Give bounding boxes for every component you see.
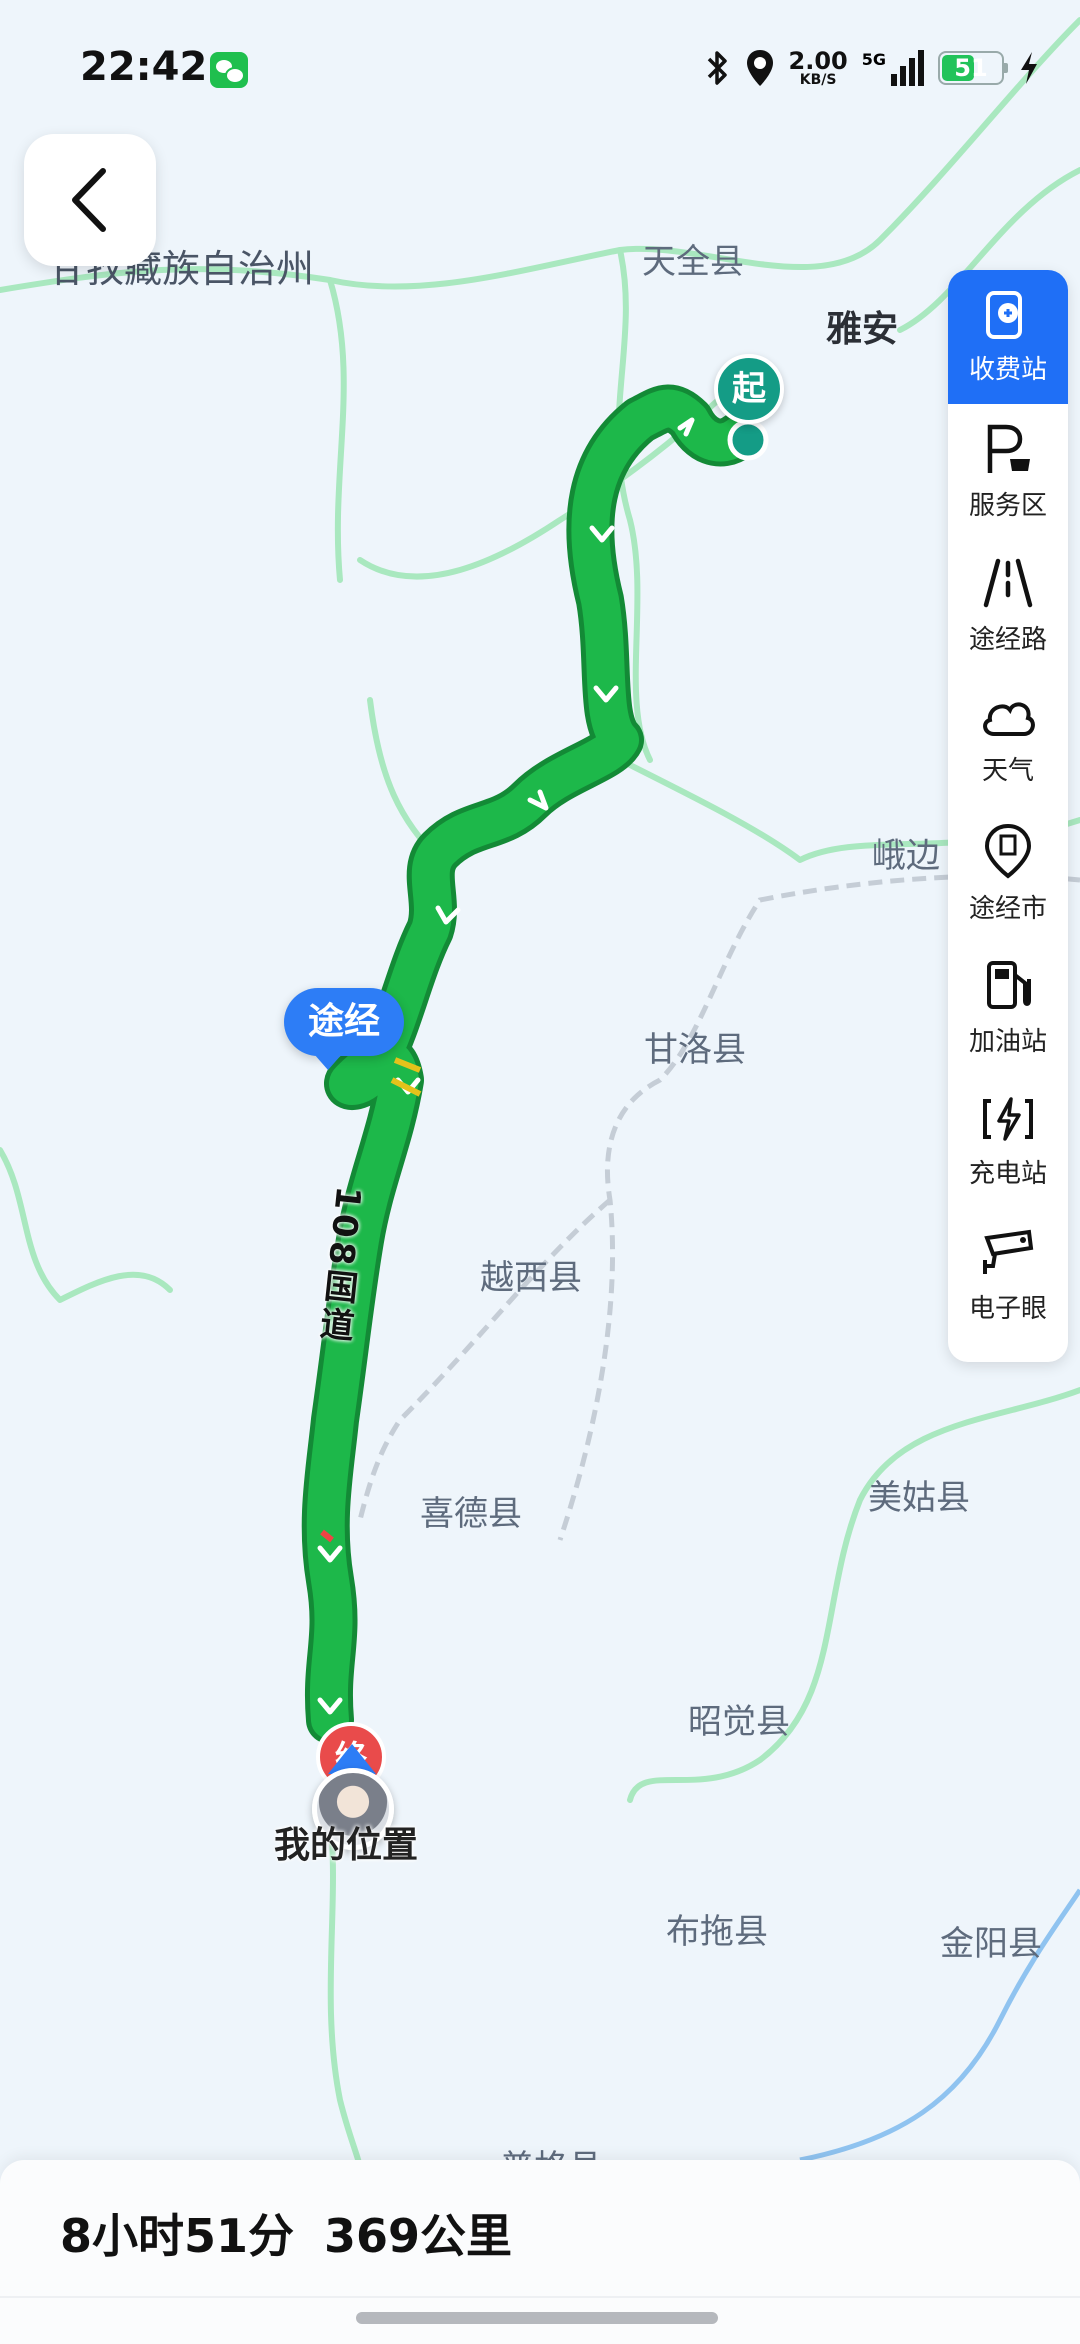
via-point-bubble[interactable]: 途经 — [284, 988, 405, 1070]
route-summary: 8小时51分 369公里 — [60, 2200, 512, 2266]
map-label-xide: 喜德县 — [420, 1494, 522, 1534]
my-location-label: 我的位置 — [274, 1825, 419, 1866]
toolbar-gas-station[interactable]: 加油站 — [948, 940, 1068, 1074]
back-button[interactable] — [24, 134, 156, 266]
city-pin-icon — [984, 823, 1032, 879]
chevron-left-icon — [72, 168, 106, 232]
map-label-butuo: 布拖县 — [666, 1912, 768, 1952]
map-layer-toolbar: 收费站 服务区 途经路 天气 途经市 加油站 充电站 电子眼 — [948, 270, 1068, 1362]
road-icon — [983, 558, 1033, 607]
charging-station-icon — [983, 1096, 1033, 1141]
toll-station-icon — [986, 290, 1022, 339]
map-label-yuexi: 越西县 — [480, 1258, 582, 1298]
map-label-jinyang: 金阳县 — [940, 1924, 1042, 1964]
toolbar-weather[interactable]: 天气 — [948, 672, 1068, 806]
toolbar-service-area[interactable]: 服务区 — [948, 404, 1068, 538]
route-distance: 369公里 — [324, 2209, 513, 2263]
home-indicator[interactable] — [356, 2312, 718, 2324]
network-speed: 2.00 KB/S — [788, 47, 848, 88]
bluetooth-icon — [707, 51, 727, 85]
divider — [0, 2296, 1080, 2298]
toolbar-charging-station[interactable]: 充电站 — [948, 1074, 1068, 1208]
route-duration: 8小时51分 — [60, 2209, 295, 2263]
signal-icon: 5G — [862, 50, 924, 86]
toolbar-via-city[interactable]: 途经市 — [948, 806, 1068, 940]
start-marker[interactable]: 起 — [714, 354, 784, 424]
charging-icon — [1021, 52, 1037, 84]
map-label-yaan: 雅安 — [826, 309, 899, 350]
toolbar-toll-station[interactable]: 收费站 — [948, 270, 1068, 404]
service-area-icon — [987, 424, 1030, 473]
map-label-ganluo: 甘洛县 — [644, 1030, 746, 1070]
cloud-icon — [983, 701, 1035, 736]
map-label-tianquan: 天全县 — [642, 242, 744, 282]
route-map[interactable]: 甘孜藏族自治州 天全县 雅安 峨边 甘洛县 越西县 喜德县 美姑县 昭觉县 布拖… — [0, 0, 1080, 2344]
toolbar-speed-camera[interactable]: 电子眼 — [948, 1208, 1068, 1342]
map-label-meigu: 美姑县 — [868, 1478, 970, 1518]
wechat-icon — [210, 52, 248, 88]
battery-indicator: 51 — [938, 51, 1008, 85]
map-label-ebian: 峨边 — [872, 836, 940, 876]
map-canvas — [0, 0, 1080, 2344]
camera-icon — [983, 1229, 1034, 1274]
status-time: 22:42 — [80, 44, 208, 90]
map-label-zhaojue: 昭觉县 — [688, 1702, 790, 1742]
fuel-icon — [987, 960, 1031, 1009]
status-bar: 22:42 2.00 KB/S 5G 51 — [0, 0, 1080, 140]
toolbar-via-road[interactable]: 途经路 — [948, 538, 1068, 672]
location-icon — [746, 50, 773, 86]
